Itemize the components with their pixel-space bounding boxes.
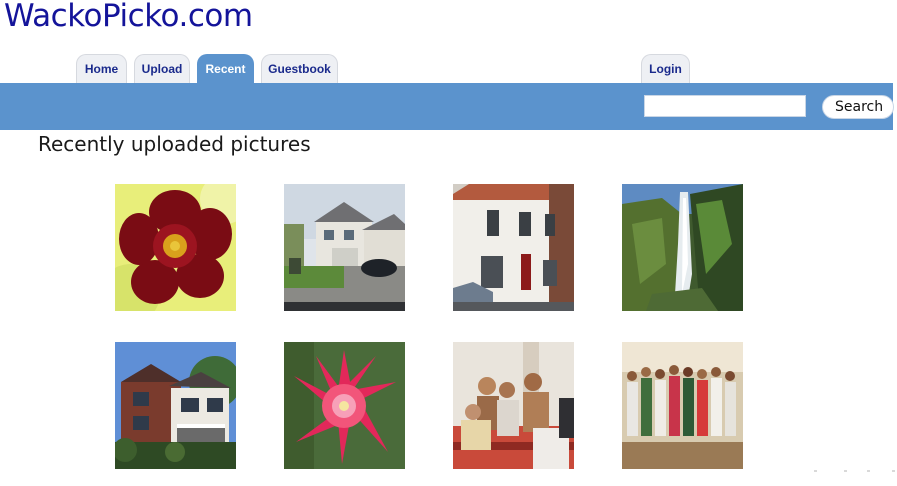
waterfall-image	[622, 184, 743, 311]
cactus-flower-image	[284, 342, 405, 469]
tab-recent[interactable]: Recent	[197, 54, 254, 83]
brick-house-image	[115, 342, 236, 469]
group-indoors-image	[453, 342, 574, 469]
search-button[interactable]: Search	[822, 95, 894, 119]
picture-thumbnail-group-dresses[interactable]	[622, 342, 743, 469]
picture-thumbnail-flower-red[interactable]	[115, 184, 236, 311]
tab-upload[interactable]: Upload	[134, 54, 190, 83]
picture-thumbnail-brick-house[interactable]	[115, 342, 236, 469]
tab-home[interactable]: Home	[76, 54, 127, 83]
tab-login[interactable]: Login	[641, 54, 690, 83]
suburban-house-image	[284, 184, 405, 311]
nav-bar: Search	[0, 83, 894, 130]
search-input[interactable]	[644, 95, 806, 117]
page-heading: Recently uploaded pictures	[38, 132, 311, 156]
group-dresses-image	[622, 342, 743, 469]
picture-thumbnail-waterfall[interactable]	[622, 184, 743, 311]
picture-thumbnail-suburban-house[interactable]	[284, 184, 405, 311]
tab-guestbook[interactable]: Guestbook	[261, 54, 338, 83]
flower-red-image	[115, 184, 236, 311]
picture-thumbnail-cactus-flower[interactable]	[284, 342, 405, 469]
nav-tabs: Home Upload Recent Guestbook Login	[0, 54, 897, 83]
picture-thumbnail-group-indoors[interactable]	[453, 342, 574, 469]
site-title: WackoPicko.com	[4, 0, 253, 34]
white-house-image	[453, 184, 574, 311]
decorative-dots	[812, 470, 897, 474]
picture-thumbnail-white-house[interactable]	[453, 184, 574, 311]
